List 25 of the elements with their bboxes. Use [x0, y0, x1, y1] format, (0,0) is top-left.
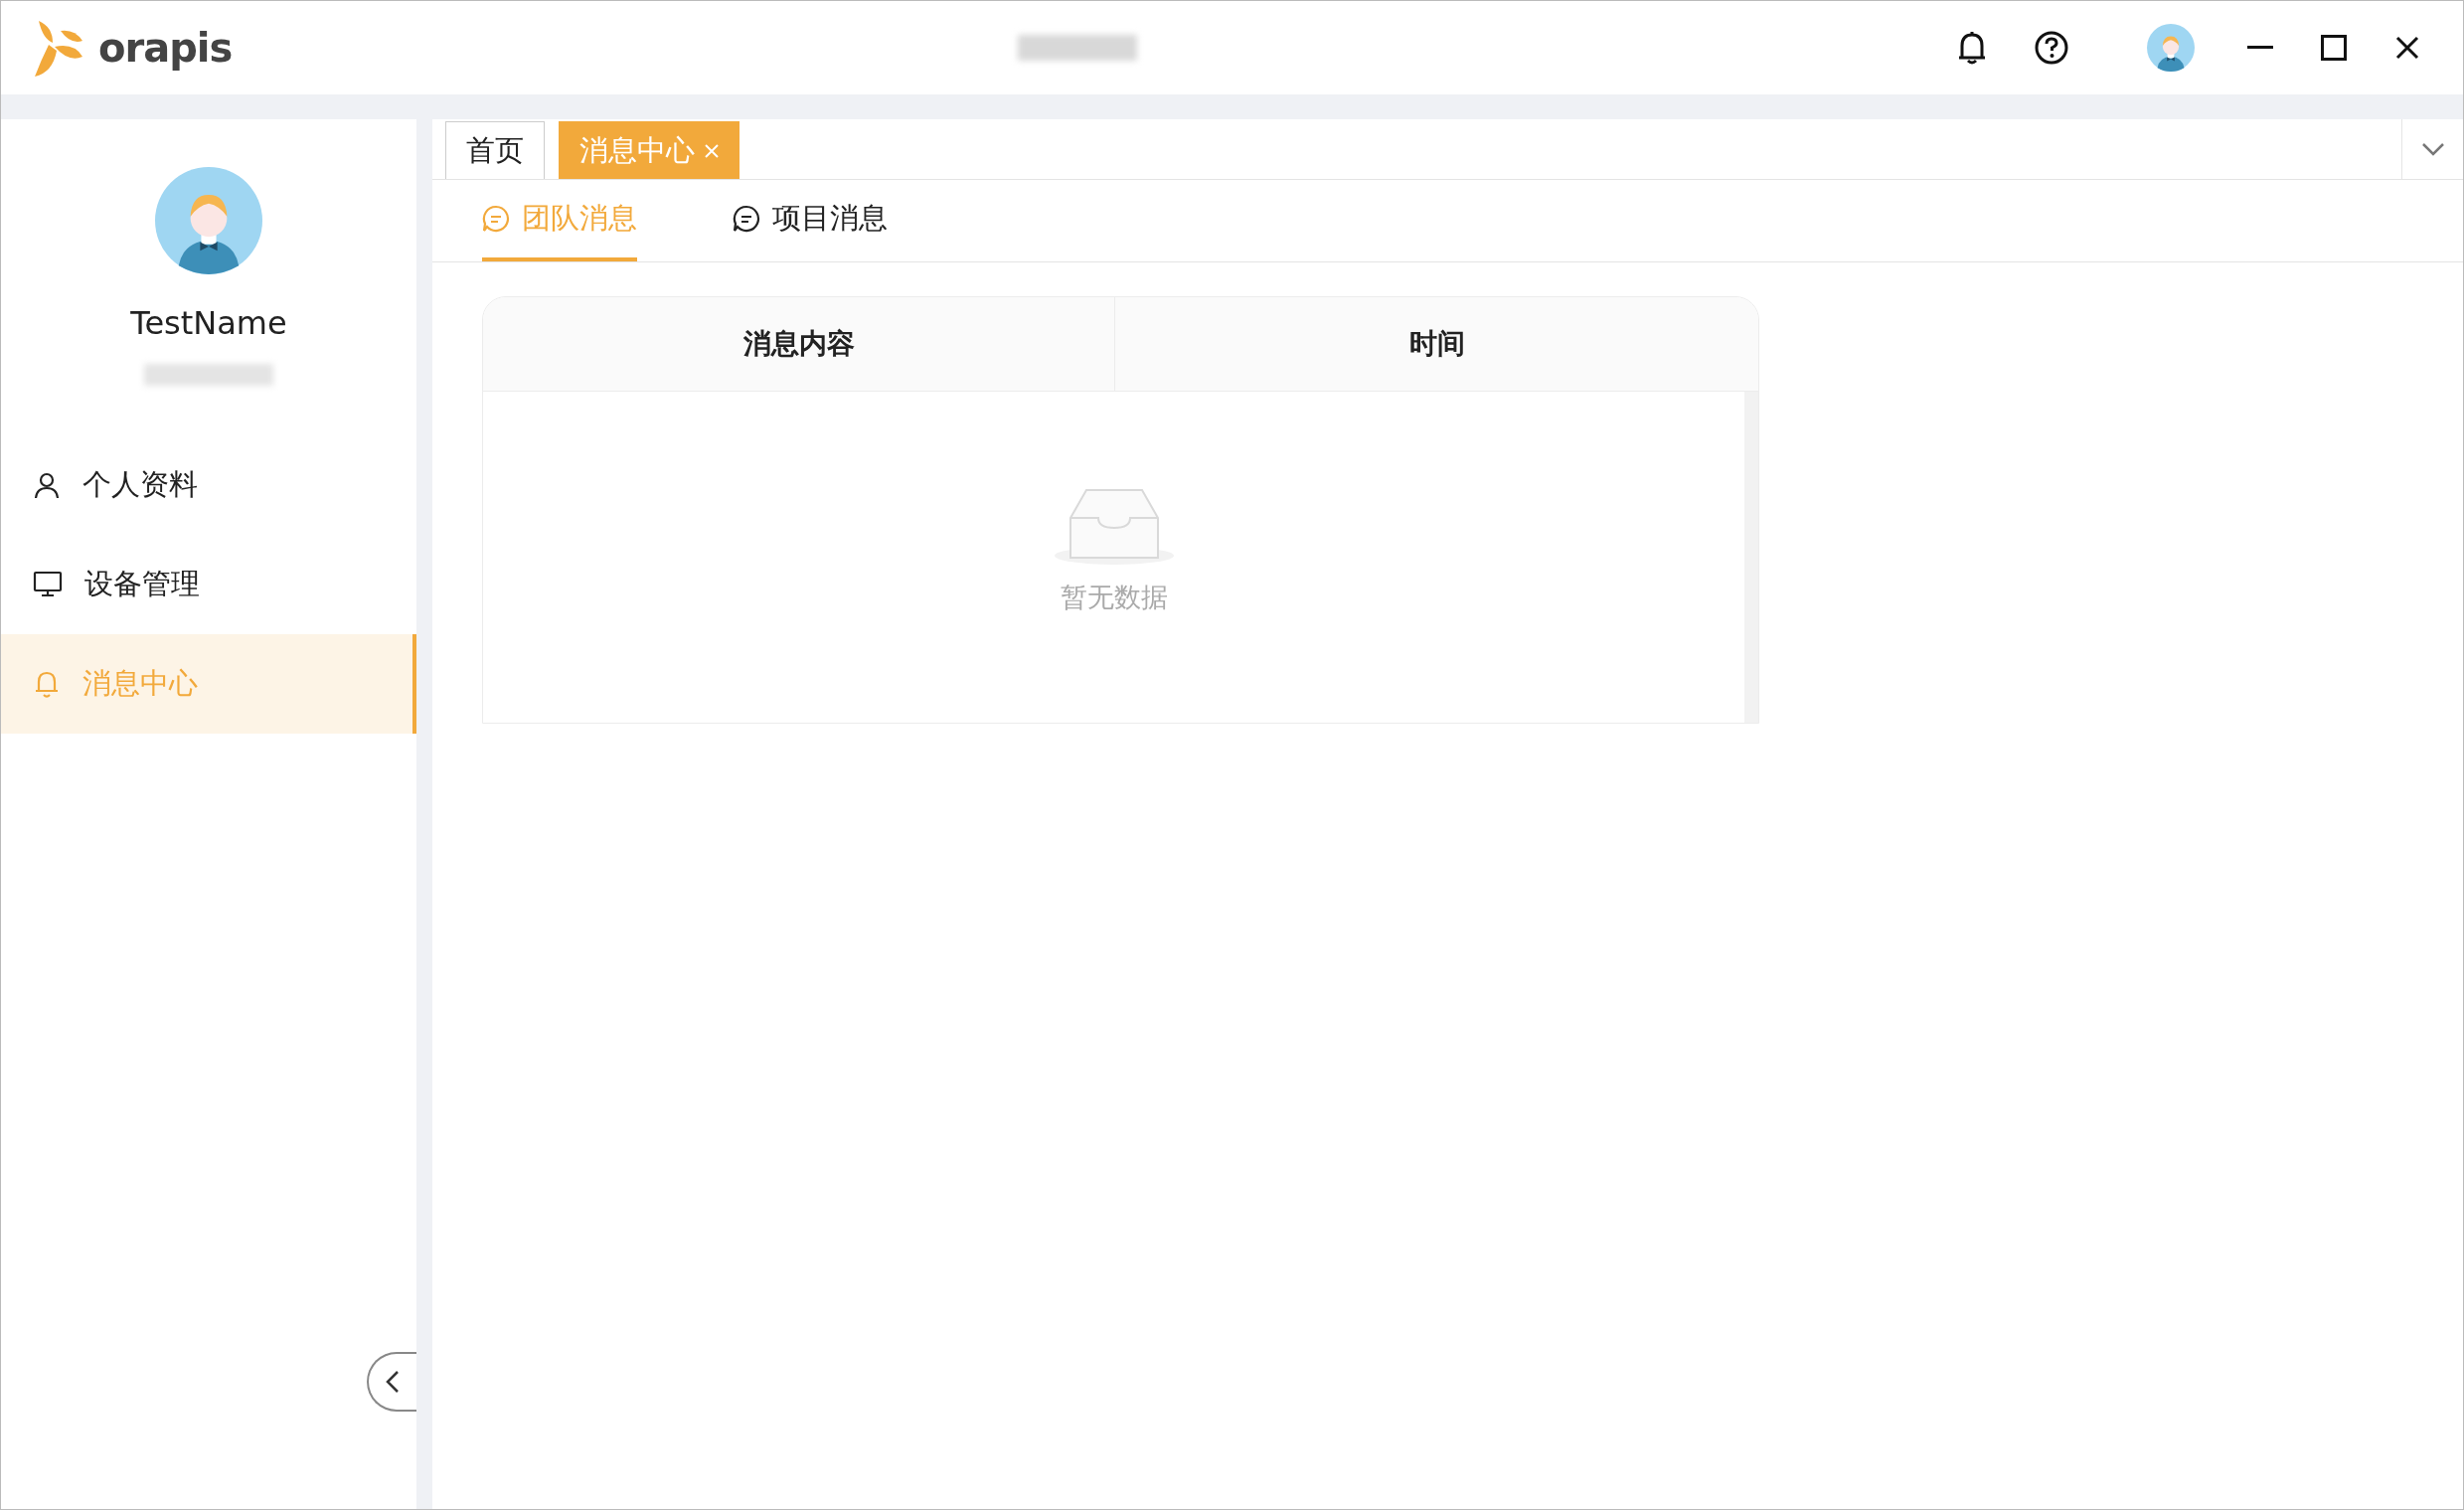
empty-state-text: 暂无数据: [1060, 581, 1168, 614]
chat-bubble-icon: [733, 205, 760, 233]
help-icon: [2035, 31, 2068, 65]
column-header: 时间: [1114, 297, 1758, 391]
minimize-icon: [2247, 46, 2273, 50]
avatar-icon: [2147, 24, 2195, 72]
chevron-left-icon: [386, 1370, 400, 1394]
collapse-button[interactable]: [367, 1352, 416, 1412]
page-tab[interactable]: 首页: [445, 121, 545, 179]
sidebar-item[interactable]: 个人资料: [1, 435, 416, 535]
maximize-icon: [2321, 35, 2347, 61]
chat-bubble-icon: [482, 205, 510, 233]
user-name: TestName: [130, 304, 287, 342]
bell-icon: [33, 669, 61, 699]
monitor-icon: [33, 571, 63, 598]
chevron-down-icon: [2420, 142, 2445, 156]
sidebar-item[interactable]: 设备管理: [1, 535, 416, 634]
column-header: 消息内容: [741, 326, 856, 362]
empty-inbox-icon: [1052, 486, 1176, 566]
avatar-icon: [155, 167, 262, 274]
close-icon: [2395, 36, 2419, 60]
message-tab[interactable]: 项目消息: [733, 180, 888, 261]
person-icon: [33, 471, 61, 499]
logo-text: orapis: [98, 25, 233, 71]
bell-icon: [1956, 30, 1988, 66]
